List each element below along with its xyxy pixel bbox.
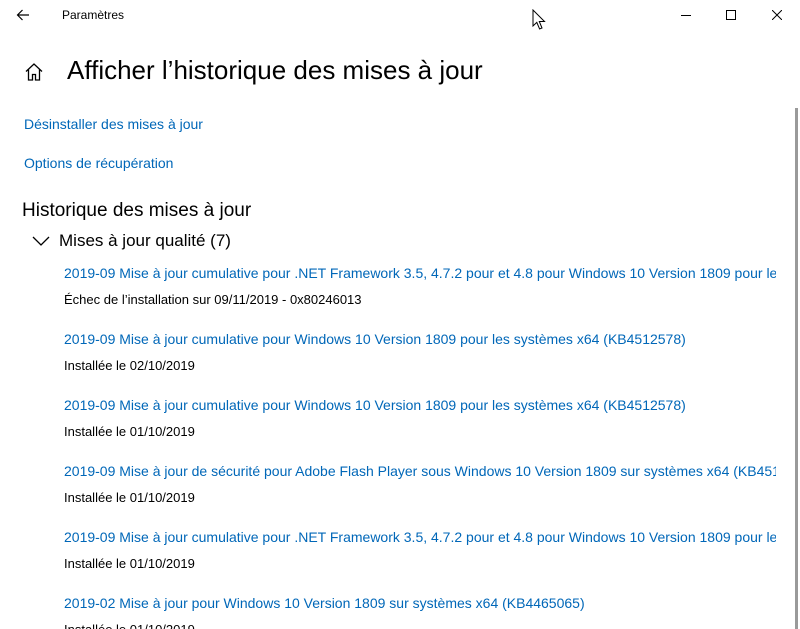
maximize-icon [726, 10, 736, 20]
quality-updates-group-toggle[interactable]: Mises à jour qualité (7) [30, 229, 231, 253]
update-status: Installée le 01/10/2019 [64, 424, 195, 439]
update-item: 2019-09 Mise à jour cumulative pour Wind… [64, 330, 776, 396]
quality-updates-group-label: Mises à jour qualité (7) [59, 231, 231, 250]
update-status: Installée le 01/10/2019 [64, 621, 195, 629]
recovery-options-link[interactable]: Options de récupération [24, 154, 173, 172]
chevron-down-icon [32, 236, 50, 246]
update-item: 2019-09 Mise à jour cumulative pour Wind… [64, 396, 776, 462]
minimize-icon [681, 15, 691, 16]
update-status: Échec de l’installation sur 09/11/2019 -… [64, 292, 362, 307]
update-status: Installée le 01/10/2019 [64, 490, 195, 505]
update-status: Installée le 01/10/2019 [64, 556, 195, 571]
mouse-cursor-icon [532, 9, 546, 30]
update-item: 2019-09 Mise à jour de sécurité pour Ado… [64, 462, 776, 528]
update-item: 2019-09 Mise à jour cumulative pour .NET… [64, 264, 776, 330]
update-list: 2019-09 Mise à jour cumulative pour .NET… [64, 264, 776, 629]
app-title: Paramètres [62, 8, 125, 22]
maximize-button[interactable] [708, 0, 754, 30]
back-button[interactable] [6, 0, 40, 30]
close-button[interactable] [754, 0, 800, 30]
update-history-heading: Historique des mises à jour [22, 200, 252, 221]
page-title: Afficher l’historique des mises à jour [67, 55, 483, 85]
update-title-link[interactable]: 2019-09 Mise à jour cumulative pour Wind… [64, 396, 686, 414]
title-bar: Paramètres [0, 0, 800, 30]
update-title-link[interactable]: 2019-09 Mise à jour cumulative pour .NET… [64, 528, 776, 546]
vertical-scrollbar[interactable] [795, 108, 798, 629]
update-title-link[interactable]: 2019-09 Mise à jour cumulative pour .NET… [64, 264, 776, 282]
settings-window: Paramètres Afficher l’historique des mis… [0, 0, 800, 629]
uninstall-updates-link[interactable]: Désinstaller des mises à jour [24, 115, 203, 133]
close-icon [772, 10, 782, 20]
update-title-link[interactable]: 2019-09 Mise à jour de sécurité pour Ado… [64, 462, 776, 480]
update-title-link[interactable]: 2019-09 Mise à jour cumulative pour Wind… [64, 330, 686, 348]
update-title-link[interactable]: 2019-02 Mise à jour pour Windows 10 Vers… [64, 594, 585, 612]
update-item: 2019-02 Mise à jour pour Windows 10 Vers… [64, 594, 776, 629]
update-status: Installée le 02/10/2019 [64, 358, 195, 373]
minimize-button[interactable] [663, 0, 709, 30]
home-button[interactable] [20, 58, 48, 86]
update-item: 2019-09 Mise à jour cumulative pour .NET… [64, 528, 776, 594]
arrow-left-icon [16, 9, 29, 21]
home-icon [25, 63, 43, 81]
